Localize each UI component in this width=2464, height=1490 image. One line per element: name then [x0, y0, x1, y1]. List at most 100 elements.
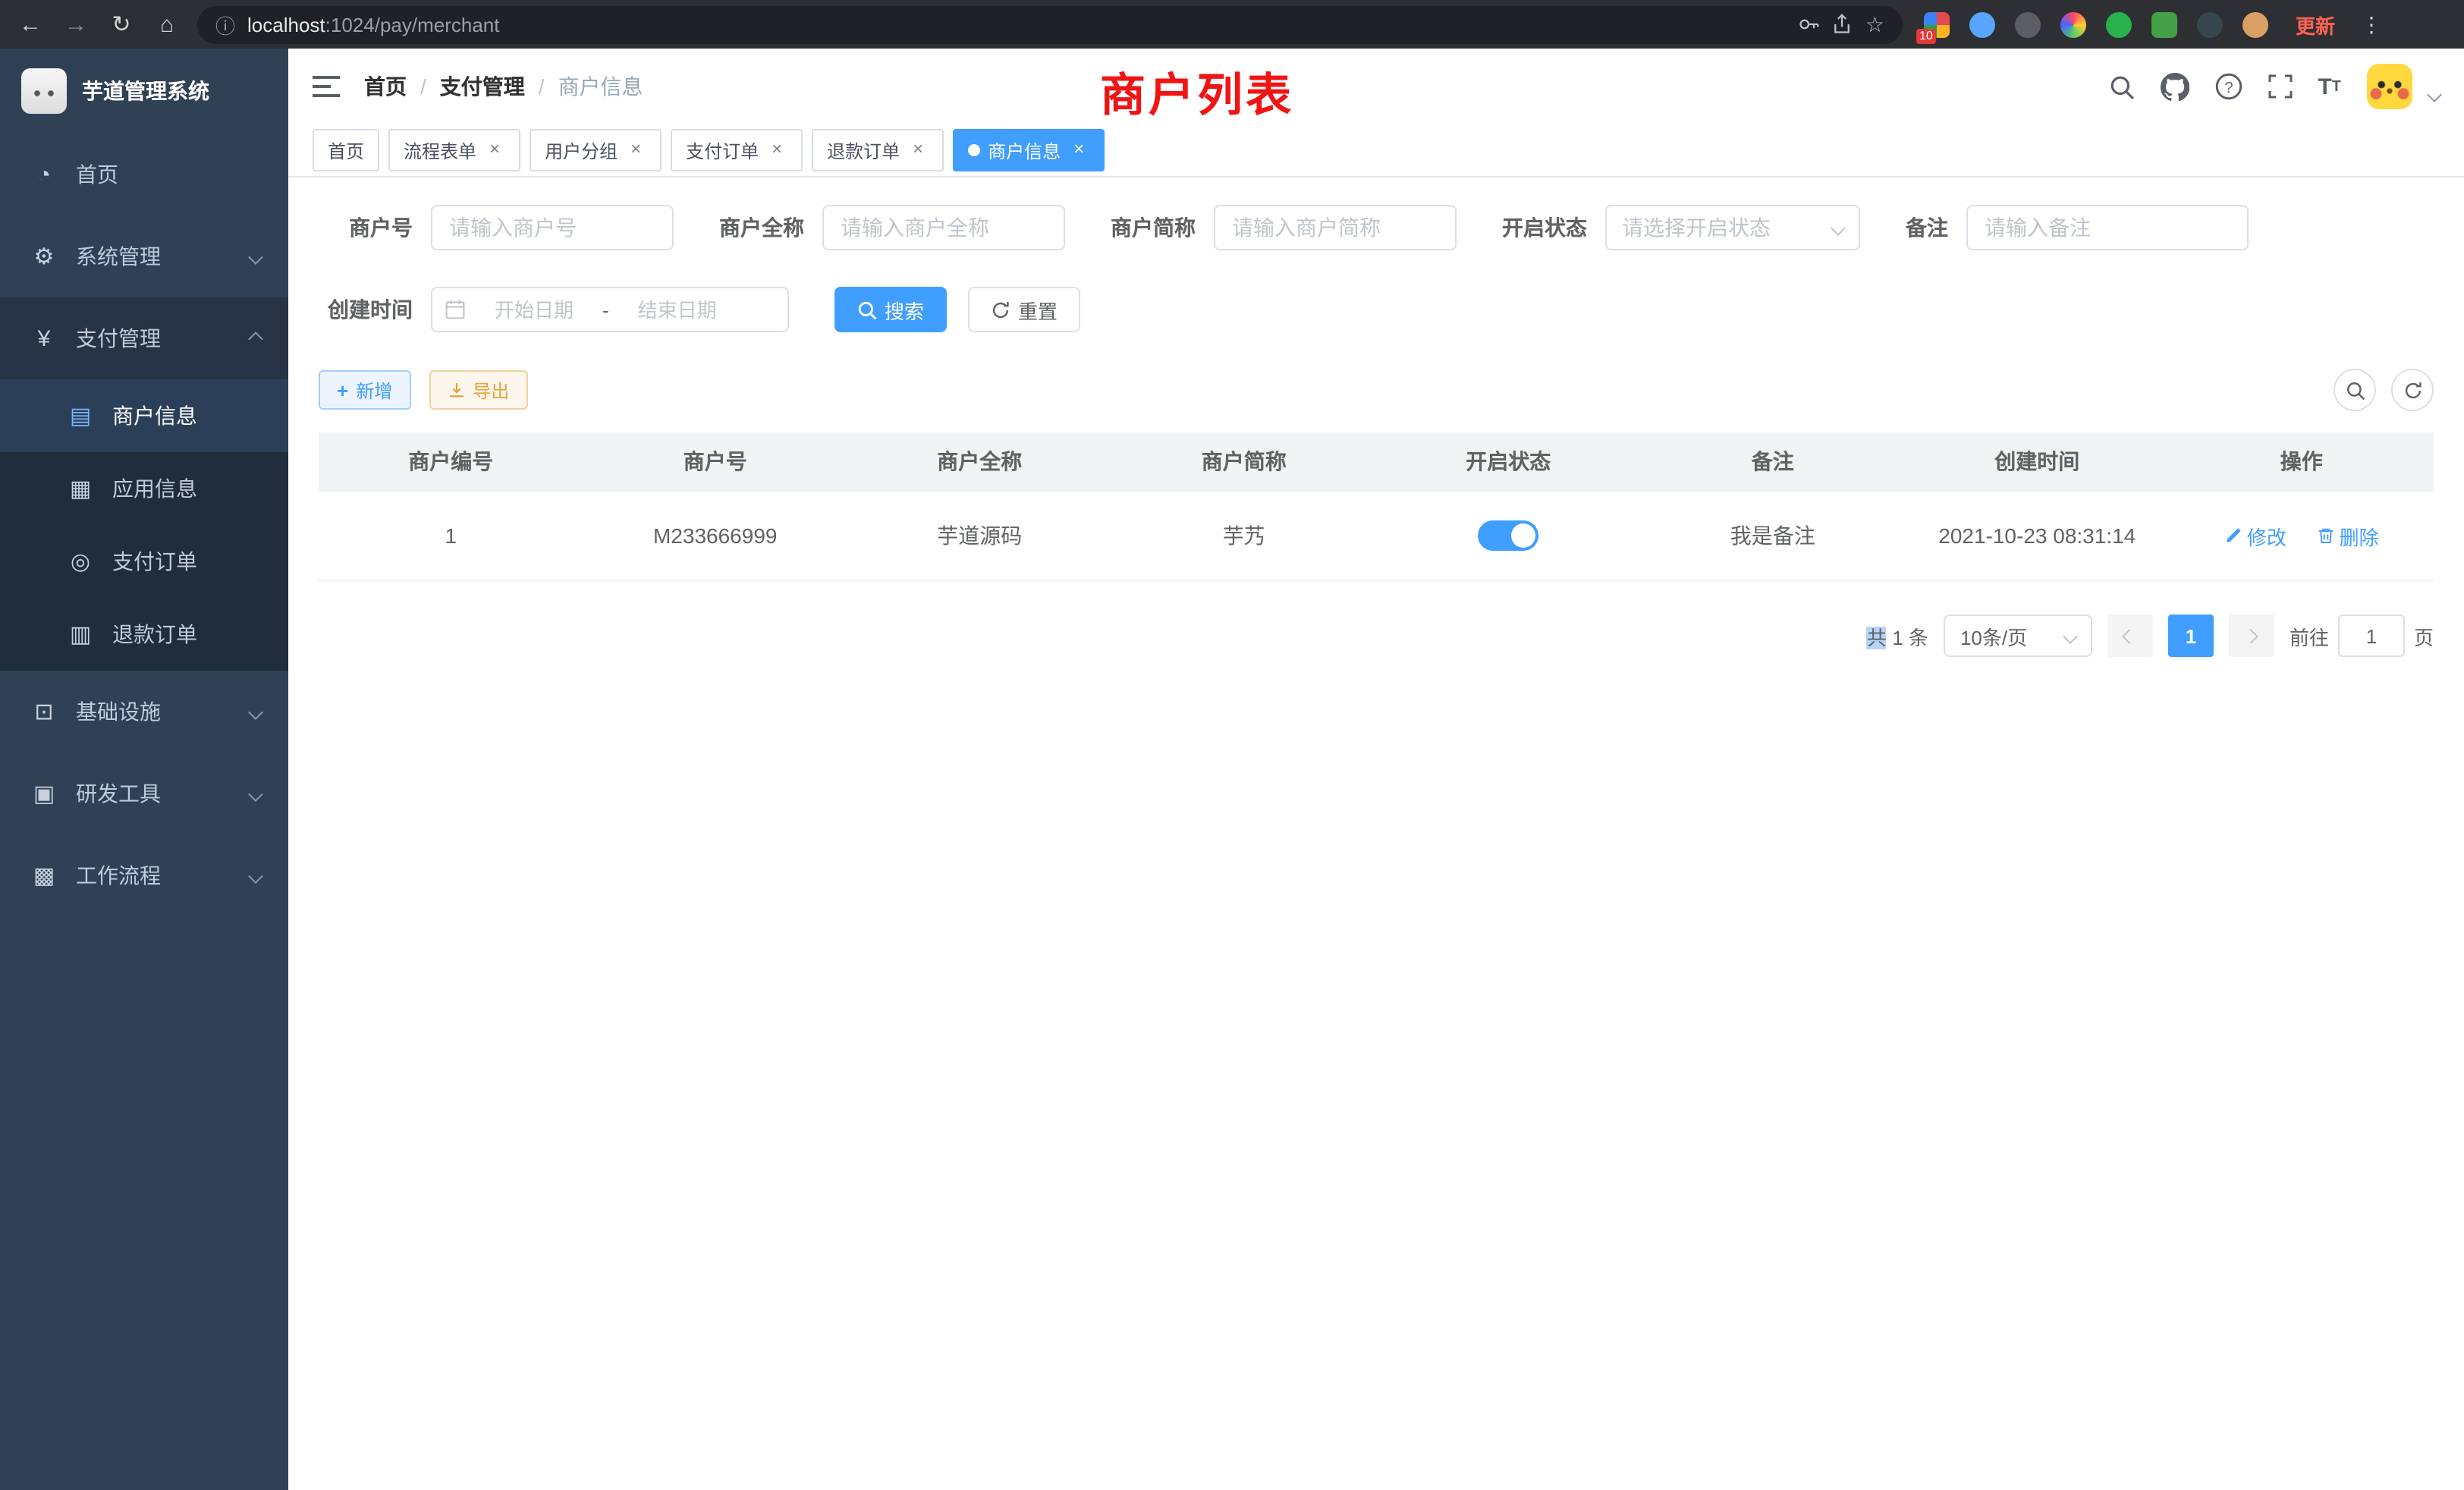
- extension-icon-6[interactable]: [2151, 11, 2177, 37]
- col-merchant-no: 商户号: [583, 432, 848, 491]
- date-end-input[interactable]: [615, 297, 740, 322]
- header-search-icon[interactable]: [2108, 74, 2134, 99]
- breadcrumb-payment[interactable]: 支付管理: [440, 71, 525, 102]
- cell-short-name: 芋艿: [1112, 491, 1377, 580]
- extension-icon-3[interactable]: [2015, 11, 2041, 37]
- tab-close-icon[interactable]: ×: [625, 140, 646, 161]
- browser-chrome: ← → ↻ ⌂ ⓘ localhost:1024/pay/merchant ☆ …: [0, 0, 2464, 49]
- col-full-name: 商户全称: [847, 432, 1112, 491]
- bookmark-star-icon[interactable]: ☆: [1865, 11, 1884, 37]
- tab-process-form[interactable]: 流程表单×: [388, 129, 520, 171]
- create-time-range[interactable]: -: [431, 287, 789, 332]
- edit-link[interactable]: 修改: [2224, 521, 2286, 550]
- cell-create-time: 2021-10-23 08:31:14: [1905, 491, 2170, 580]
- sidebar-item-refund-order[interactable]: ▥ 退款订单: [0, 598, 288, 671]
- tab-user-group[interactable]: 用户分组×: [530, 129, 662, 171]
- col-status: 开启状态: [1376, 432, 1641, 491]
- tab-close-icon[interactable]: ×: [766, 140, 787, 161]
- short-name-input[interactable]: [1214, 205, 1457, 250]
- tab-close-icon[interactable]: ×: [907, 140, 929, 161]
- add-button[interactable]: + 新增: [319, 370, 410, 410]
- extension-icon-1[interactable]: 10: [1924, 11, 1950, 37]
- sidebar-item-pay-order[interactable]: ◎ 支付订单: [0, 525, 288, 598]
- github-icon[interactable]: [2160, 72, 2189, 101]
- reset-button[interactable]: 重置: [968, 287, 1080, 332]
- search-button[interactable]: 搜索: [834, 287, 947, 332]
- sidebar-item-home[interactable]: ◔ 首页: [0, 134, 288, 215]
- browser-home-button[interactable]: ⌂: [152, 11, 182, 37]
- yen-icon: ¥: [30, 325, 58, 351]
- extension-icon-4[interactable]: [2060, 11, 2086, 37]
- export-button[interactable]: 导出: [429, 370, 527, 410]
- breadcrumb-separator: /: [420, 74, 426, 99]
- breadcrumb-home[interactable]: 首页: [364, 71, 407, 102]
- sidebar-item-dev-tools[interactable]: ▣ 研发工具: [0, 753, 288, 835]
- browser-forward-button[interactable]: →: [61, 11, 91, 37]
- sidebar-item-merchant-info[interactable]: ▤ 商户信息: [0, 379, 288, 452]
- extension-icon-7[interactable]: [2197, 11, 2223, 37]
- dashboard-icon: ◔: [30, 162, 58, 187]
- remark-label: 备注: [1906, 212, 1948, 243]
- sidebar-item-system[interactable]: ⚙ 系统管理: [0, 215, 288, 297]
- sidebar-toggle-icon[interactable]: [313, 74, 340, 99]
- extension-icon-2[interactable]: [1969, 11, 1995, 37]
- svg-text:?: ?: [2224, 80, 2233, 96]
- chevron-down-icon: [248, 704, 263, 719]
- sidebar-item-payment[interactable]: ¥ 支付管理: [0, 297, 288, 379]
- page-size-select[interactable]: 10条/页: [1944, 615, 2092, 657]
- tab-merchant-info[interactable]: 商户信息×: [953, 129, 1105, 171]
- tab-close-icon[interactable]: ×: [1068, 140, 1089, 161]
- status-select[interactable]: 请选择开启状态: [1605, 205, 1860, 250]
- date-start-input[interactable]: [472, 297, 596, 322]
- extension-bar: 10: [1918, 11, 2274, 37]
- address-bar[interactable]: ⓘ localhost:1024/pay/merchant ☆: [197, 5, 1903, 43]
- logo-avatar: [21, 68, 67, 114]
- avatar-caret-icon[interactable]: [2427, 86, 2442, 102]
- browser-refresh-button[interactable]: ↻: [106, 11, 137, 38]
- fullscreen-icon[interactable]: [2268, 74, 2292, 99]
- tab-close-icon[interactable]: ×: [484, 140, 505, 161]
- full-name-input[interactable]: [822, 205, 1065, 250]
- status-toggle[interactable]: [1478, 520, 1538, 551]
- page-info-icon[interactable]: ⓘ: [215, 10, 235, 39]
- password-key-icon[interactable]: [1799, 14, 1820, 35]
- tab-refund-order[interactable]: 退款订单×: [812, 129, 944, 171]
- browser-menu-icon[interactable]: ⋮: [2356, 11, 2387, 37]
- chevron-down-icon: [2063, 628, 2078, 643]
- page-1-button[interactable]: 1: [2168, 615, 2214, 657]
- pagination-goto: 前往 页: [2290, 615, 2434, 657]
- cell-merchant-id: 1: [319, 491, 583, 580]
- share-icon[interactable]: [1832, 14, 1853, 35]
- extension-icon-5[interactable]: [2106, 11, 2132, 37]
- profile-avatar-icon[interactable]: [2242, 11, 2268, 37]
- tab-home[interactable]: 首页: [313, 129, 379, 171]
- user-avatar[interactable]: [2367, 64, 2412, 109]
- cell-remark: 我是备注: [1641, 491, 1906, 580]
- sidebar-item-infrastructure[interactable]: ⊡ 基础设施: [0, 671, 288, 753]
- app-title: 芋道管理系统: [82, 76, 209, 106]
- breadcrumb-separator: /: [539, 74, 545, 99]
- help-icon[interactable]: ?: [2214, 73, 2242, 100]
- gear-icon: ⚙: [30, 243, 58, 270]
- chevron-down-icon: [248, 868, 263, 883]
- extension-badge: 10: [1916, 28, 1936, 43]
- refresh-table-button[interactable]: [2391, 369, 2434, 411]
- sidebar-item-app-info[interactable]: ▦ 应用信息: [0, 452, 288, 525]
- font-size-icon[interactable]: TT: [2318, 74, 2341, 99]
- status-label: 开启状态: [1502, 212, 1587, 243]
- goto-page-input[interactable]: [2338, 615, 2405, 657]
- app-logo[interactable]: 芋道管理系统: [0, 49, 288, 134]
- delete-link[interactable]: 删除: [2317, 521, 2379, 550]
- prev-page-button[interactable]: [2107, 615, 2153, 657]
- show-search-toggle-button[interactable]: [2334, 369, 2376, 411]
- tab-pay-order[interactable]: 支付订单×: [671, 129, 803, 171]
- create-time-label: 创建时间: [319, 294, 413, 325]
- table-header-row: 商户编号 商户号 商户全称 商户简称 开启状态 备注 创建时间 操作: [319, 432, 2434, 491]
- browser-update-button[interactable]: 更新: [2296, 10, 2335, 39]
- monitor-icon: ⊡: [30, 698, 58, 725]
- next-page-button[interactable]: [2229, 615, 2274, 657]
- sidebar-item-workflow[interactable]: ▩ 工作流程: [0, 835, 288, 916]
- merchant-no-input[interactable]: [431, 205, 674, 250]
- remark-input[interactable]: [1966, 205, 2249, 250]
- browser-back-button[interactable]: ←: [15, 11, 46, 37]
